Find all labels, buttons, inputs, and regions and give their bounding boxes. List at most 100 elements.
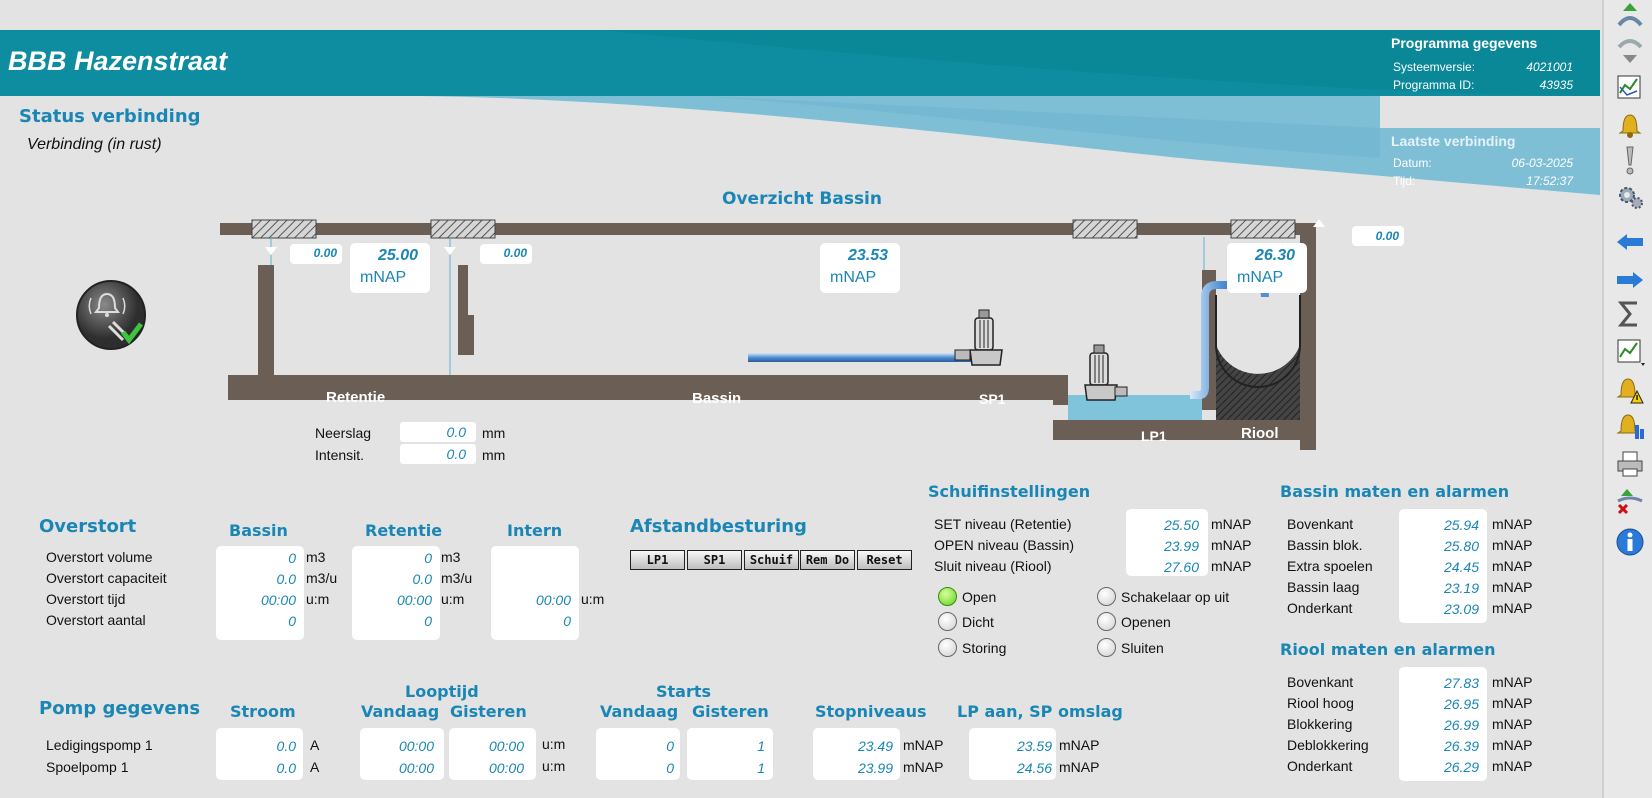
- riool-alarms-row-label: Deblokkering: [1287, 737, 1369, 753]
- schuif-row-label: Sluit niveau (Riool): [934, 558, 1052, 574]
- bassin-alarms-row-unit: mNAP: [1492, 600, 1533, 616]
- remote-heading: Afstandbesturing: [630, 516, 807, 537]
- retentie-level-box: 25.00 mNAP: [350, 243, 430, 293]
- bassin-alarms-heading: Bassin maten en alarmen: [1280, 482, 1510, 501]
- pomp-lp-value: 23.59: [1016, 738, 1052, 754]
- bassin-alarms-row-unit: mNAP: [1492, 516, 1533, 532]
- riool-alarms-row-unit: mNAP: [1492, 716, 1533, 732]
- program-id-label: Programma ID:: [1393, 78, 1475, 92]
- schuif-status-sluiten-indicator: [1097, 638, 1116, 657]
- pomp-lt-vandaag-value: 00:00: [398, 760, 434, 776]
- riool-alarms-row-value: 26.95: [1443, 696, 1479, 712]
- bassin-alarms-row-unit: mNAP: [1492, 579, 1533, 595]
- last-connection-heading: Laatste verbinding: [1391, 133, 1516, 149]
- bell-info-icon[interactable]: [1614, 410, 1646, 442]
- pomp-col-lp-sp: LP aan, SP omslag: [957, 702, 1123, 721]
- info-icon[interactable]: [1614, 526, 1646, 558]
- remote-lp1-button[interactable]: LP1: [630, 550, 685, 570]
- overstort-row-label: Overstort tijd: [46, 591, 126, 607]
- time-value: 17:52:37: [1526, 174, 1573, 188]
- neerslag-unit: mm: [482, 425, 506, 441]
- overstort-bassin-unit: m3/u: [306, 570, 338, 586]
- schuif-row-unit: mNAP: [1211, 516, 1252, 532]
- schuif-heading: Schuifinstellingen: [928, 482, 1091, 501]
- arrow-down-icon[interactable]: [1614, 36, 1646, 68]
- bell-icon[interactable]: [1614, 108, 1646, 140]
- schuif-status-open-label: Open: [962, 589, 997, 605]
- program-id-value: 43935: [1539, 78, 1573, 92]
- flow-value-1: 0.00: [313, 246, 337, 260]
- overstort-intern-unit: u:m: [581, 591, 605, 607]
- gears-icon[interactable]: [1614, 180, 1646, 212]
- bassin-level-value: 23.53: [847, 247, 888, 264]
- exclamation-icon[interactable]: [1614, 144, 1646, 176]
- overstort-retentie-unit: u:m: [441, 591, 465, 607]
- status-value: Verbinding (in rust): [27, 136, 162, 153]
- riool-level-unit: mNAP: [1237, 269, 1284, 286]
- time-label: Tijd:: [1393, 174, 1416, 188]
- sigma-icon[interactable]: [1614, 298, 1646, 330]
- schuif-status-dicht-label: Dicht: [962, 614, 994, 630]
- sysversion-value: 4021001: [1526, 60, 1573, 74]
- program-heading: Programma gegevens: [1391, 35, 1538, 51]
- bassin-alarms-row-label: Bovenkant: [1287, 516, 1354, 532]
- pomp-st-vandaag-value: 0: [666, 738, 674, 754]
- pomp-col-lt-gisteren: Gisteren: [450, 702, 527, 721]
- remote-reset-button[interactable]: Reset: [857, 550, 912, 570]
- remote-schuif-button[interactable]: Schuif: [744, 550, 799, 570]
- pomp-lp-unit: mNAP: [1059, 737, 1100, 753]
- remote-sp1-button[interactable]: SP1: [687, 550, 742, 570]
- label-retentie: Retentie: [326, 389, 386, 406]
- header-banner: [0, 30, 1600, 195]
- status-heading: Status verbinding: [19, 106, 201, 127]
- pomp-lt-unit: u:m: [542, 736, 566, 752]
- schuif-row-label: SET niveau (Retentie): [934, 516, 1072, 532]
- schuif-status-openen-indicator: [1097, 612, 1116, 631]
- overstort-bassin-value: 0.0: [276, 571, 296, 587]
- overstort-retentie-unit: m3: [441, 549, 461, 565]
- alarm-call-button[interactable]: [75, 280, 147, 350]
- right-toolbar: [1602, 0, 1652, 798]
- arrow-left-icon[interactable]: [1614, 226, 1646, 258]
- pomp-row-label: Ledigingspomp 1: [46, 737, 153, 753]
- user-remove-icon[interactable]: [1614, 486, 1646, 518]
- pomp-col-starts: Starts: [656, 682, 712, 701]
- riool-alarms-row-unit: mNAP: [1492, 674, 1533, 690]
- bell-warning-icon[interactable]: [1614, 374, 1646, 406]
- schuif-row-value: 25.50: [1163, 517, 1199, 533]
- printer-icon[interactable]: [1614, 448, 1646, 480]
- pomp-lt-gisteren-value: 00:00: [488, 760, 524, 776]
- arrow-up-icon[interactable]: [1614, 0, 1646, 32]
- pomp-stroom-unit: A: [310, 737, 320, 753]
- overstort-heading: Overstort: [39, 516, 137, 537]
- pomp-col-st-vandaag: Vandaag: [600, 702, 679, 721]
- sysversion-label: Systeemversie:: [1393, 60, 1476, 74]
- flow-value-2: 0.00: [503, 246, 527, 260]
- bassin-alarms-row-label: Onderkant: [1287, 600, 1353, 616]
- pomp-heading: Pomp gegevens: [39, 698, 201, 719]
- intensit-unit: mm: [482, 447, 506, 463]
- pomp-stroom-unit: A: [310, 759, 320, 775]
- pomp-st-gisteren-value: 1: [757, 760, 765, 776]
- trend2-icon[interactable]: [1614, 336, 1646, 368]
- pomp-st-gisteren-value: 1: [757, 738, 765, 754]
- flow-value-3: 0.00: [1375, 229, 1399, 243]
- pomp-col-looptijd: Looptijd: [405, 682, 479, 701]
- overstort-col-retentie: Retentie: [365, 521, 443, 540]
- overstort-bassin-unit: m3: [306, 549, 326, 565]
- riool-level-box: 26.30 mNAP: [1227, 243, 1307, 293]
- intensit-label: Intensit.: [315, 447, 365, 463]
- bell-phone-icon: [76, 280, 146, 350]
- schuif-status-storing-label: Storing: [962, 640, 1007, 656]
- remote-remdo-button[interactable]: Rem Do: [800, 550, 855, 570]
- riool-alarms-row-unit: mNAP: [1492, 737, 1533, 753]
- label-sp1: SP1: [979, 391, 1006, 407]
- pomp-stop-unit: mNAP: [903, 737, 944, 753]
- pomp-col-stopniveaus: Stopniveaus: [815, 702, 927, 721]
- schuif-status-dicht-indicator: [938, 612, 957, 631]
- schuif-row-label: OPEN niveau (Bassin): [934, 537, 1075, 553]
- trend-icon[interactable]: [1614, 72, 1646, 104]
- arrow-right-icon[interactable]: [1614, 264, 1646, 296]
- riool-alarms-row-value: 26.29: [1443, 759, 1479, 775]
- overstort-retentie-value: 00:00: [396, 592, 432, 608]
